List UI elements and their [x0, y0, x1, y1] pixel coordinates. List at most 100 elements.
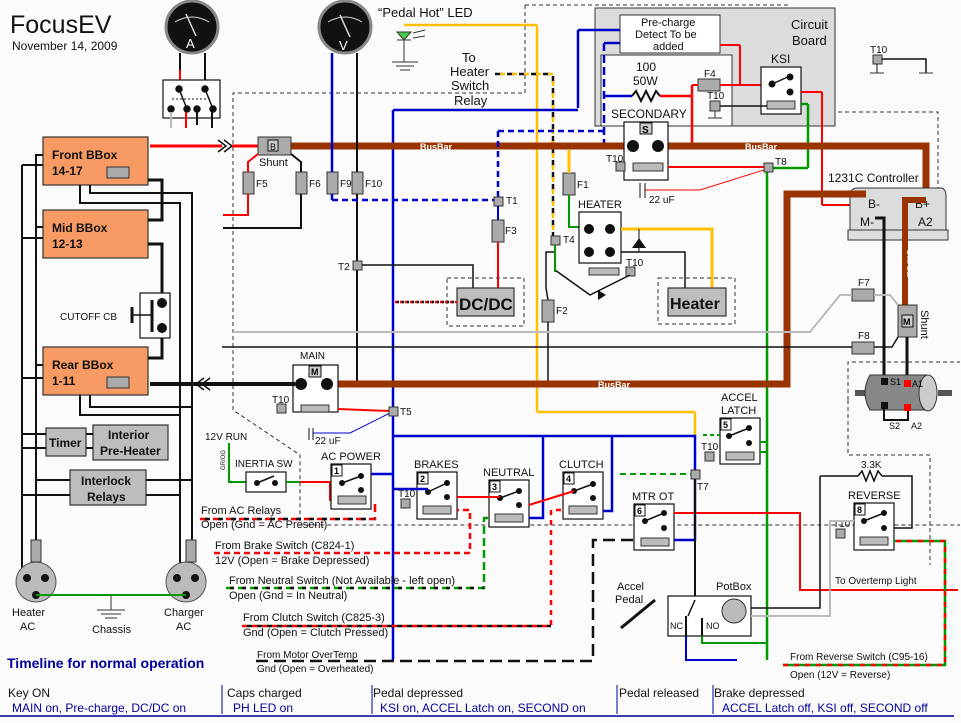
t2-label: T2 [338, 262, 350, 273]
svg-text:Relays: Relays [87, 490, 126, 504]
svg-text:V: V [339, 38, 348, 53]
svg-text:From Clutch Switch (C825-3): From Clutch Switch (C825-3) [243, 612, 385, 624]
wire-color-label: GR/OG [221, 450, 227, 470]
svg-text:Rear BBox: Rear BBox [52, 358, 114, 372]
t10-label-heater: T10 [626, 258, 644, 269]
svg-text:5: 5 [723, 420, 728, 430]
voltmeter: V [317, 0, 373, 55]
svg-text:1-11: 1-11 [52, 374, 76, 388]
svg-text:A: A [186, 36, 195, 51]
shunt-label-top: Shunt [259, 157, 288, 169]
svg-text:F1: F1 [577, 180, 589, 191]
interlock-relays: Interlock Relays [69, 469, 147, 506]
to-overtemp-light-label: To Overtemp Light [835, 576, 917, 587]
main-label: MAIN [300, 351, 325, 362]
svg-text:B: B [270, 142, 276, 152]
potbox-label: PotBox [716, 581, 752, 593]
svg-text:BRAKES: BRAKES [414, 459, 459, 471]
timeline-step-key-on: Key ON MAIN on, Pre-charge, DC/DC on [8, 686, 186, 715]
svg-text:F2: F2 [556, 306, 568, 317]
fuse-f9: F9 [326, 171, 352, 195]
svg-text:Mid BBox: Mid BBox [52, 221, 108, 235]
no-label: NO [706, 621, 720, 631]
svg-text:F6: F6 [309, 179, 321, 190]
timer: Timer [45, 427, 87, 457]
t10-label-brakes: T10 [398, 489, 416, 500]
interior-preheater: Interior Pre-Heater [92, 424, 169, 461]
svg-text:CLUTCH: CLUTCH [559, 459, 604, 471]
svg-text:To: To [462, 50, 476, 65]
svg-text:Charger: Charger [164, 607, 204, 619]
svg-text:F8: F8 [858, 331, 870, 342]
precharge-text-2: Detect To be [635, 29, 697, 41]
svg-text:4: 4 [566, 474, 571, 484]
input-motor-overtemp: From Motor OverTemp Gnd (Open = Overheat… [257, 650, 373, 675]
fuse-f7: F7 [851, 278, 875, 302]
svg-text:From Brake Switch (C824-1): From Brake Switch (C824-1) [215, 540, 354, 552]
svg-text:14-17: 14-17 [52, 164, 83, 178]
cutoff-label: CUTOFF CB [60, 312, 117, 323]
svg-text:NEUTRAL: NEUTRAL [483, 467, 534, 479]
svg-text:M: M [311, 367, 319, 377]
busbar-label-vertical: Bus Bar [905, 250, 914, 279]
secondary-label: SECONDARY [611, 107, 687, 121]
resistor-33k-icon [857, 468, 883, 484]
mminus-label: M- [860, 215, 874, 229]
fuse-f4 [697, 78, 721, 92]
timeline-step-pedal-depressed: Pedal depressed KSI on, ACCEL Latch on, … [373, 686, 586, 715]
inertia-switch-label: INERTIA SW [235, 459, 293, 470]
fuse-f3: F3 [491, 219, 517, 243]
relay-accel-latch[interactable]: ACCEL LATCH 5 [719, 392, 761, 465]
nc-label: NC [670, 621, 683, 631]
s2-label: S2 [889, 421, 900, 431]
busbar-label-2: BusBar [745, 142, 778, 152]
svg-text:100: 100 [636, 60, 656, 74]
input-reverse-switch: From Reverse Switch (C95-16) Open (12V =… [790, 652, 928, 681]
relay-mtr-ot[interactable]: MTR OT 6 [632, 491, 675, 551]
motor-a2-label: A2 [911, 421, 922, 431]
t1-label: T1 [506, 196, 518, 207]
t4-label: T4 [563, 235, 575, 246]
svg-text:Heater: Heater [12, 607, 45, 619]
bminus-label: B- [868, 197, 880, 211]
battery-mid: Mid BBox 12-13 [42, 209, 149, 259]
to-heater-relay-label: To Heater Switch Relay [450, 50, 490, 108]
relay-clutch[interactable]: CLUTCH 4 [559, 459, 604, 520]
busbar-label-3: BusBar [598, 380, 631, 390]
svg-text:Brake depressed: Brake depressed [714, 686, 805, 700]
svg-text:Interior: Interior [108, 428, 150, 442]
svg-text:3: 3 [492, 482, 497, 492]
cap-label-2: 22 uF [315, 436, 341, 447]
relay-reverse[interactable]: REVERSE 8 [848, 490, 901, 551]
svg-text:F9: F9 [340, 179, 352, 190]
svg-text:F10: F10 [365, 179, 383, 190]
chassis-label: Chassis [92, 624, 132, 636]
inertia-switch[interactable] [245, 471, 287, 493]
svg-text:From Motor OverTemp: From Motor OverTemp [257, 650, 358, 661]
svg-text:MAIN on, Pre-charge, DC/DC on: MAIN on, Pre-charge, DC/DC on [12, 701, 186, 715]
charger-ac-plug [165, 539, 207, 603]
svg-text:Pre-Heater: Pre-Heater [100, 444, 161, 458]
pedal-hot-led-label: “Pedal Hot” LED [378, 5, 473, 20]
accel-pedal-label: Accel Pedal [615, 581, 644, 606]
fuse-f4-label: F4 [704, 69, 716, 80]
svg-text:Board: Board [792, 33, 827, 48]
svg-text:Open (12V = Reverse): Open (12V = Reverse) [790, 670, 890, 681]
svg-text:AC POWER: AC POWER [321, 451, 381, 463]
svg-text:8: 8 [857, 505, 862, 515]
svg-text:F5: F5 [256, 179, 268, 190]
busbar-label-1: BusBar [420, 142, 453, 152]
svg-text:12V (Open = Brake Depressed): 12V (Open = Brake Depressed) [215, 555, 369, 567]
date-label: November 14, 2009 [12, 39, 118, 53]
svg-text:Front BBox: Front BBox [52, 148, 118, 162]
dcdc-label: DC/DC [459, 295, 513, 314]
shunt-label-motor: Shunt [918, 310, 930, 339]
svg-text:Interlock: Interlock [81, 474, 131, 488]
precharge-text-1: Pre-charge [641, 17, 695, 29]
timeline-title: Timeline for normal operation [7, 655, 204, 671]
controller-label: 1231C Controller [828, 171, 919, 185]
resistor-100-label: 100 50W [633, 60, 658, 88]
t10-label-accel: T10 [701, 442, 719, 453]
svg-text:12-13: 12-13 [52, 237, 83, 251]
battery-rear: Rear BBox 1-11 [42, 346, 149, 396]
